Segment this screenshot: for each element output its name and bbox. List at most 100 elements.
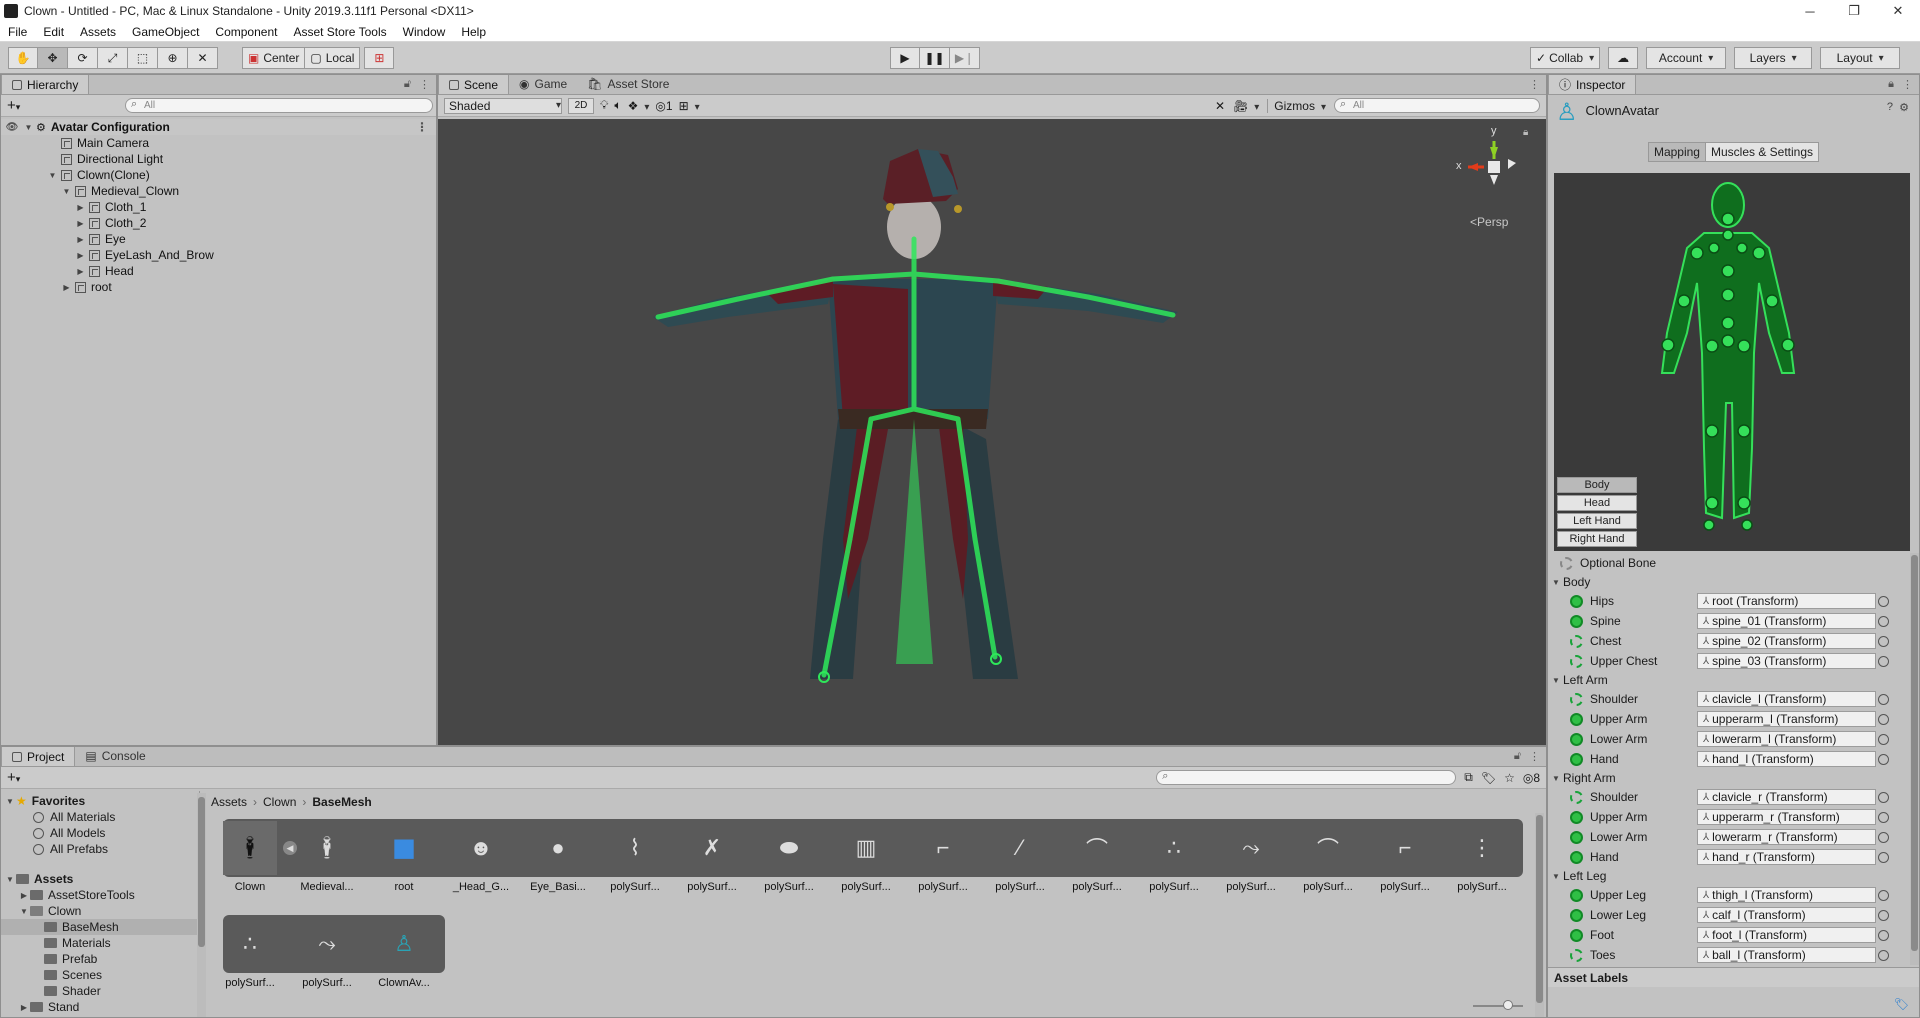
asset-tile[interactable]: ✗ polySurf... — [679, 821, 745, 893]
right-hand-view-button[interactable]: Right Hand — [1557, 531, 1637, 547]
pivot-local-button[interactable]: ▢ Local — [305, 47, 361, 69]
asset-tile[interactable]: ▥ polySurf... — [833, 821, 899, 893]
account-dropdown[interactable]: Account — [1646, 47, 1727, 69]
audio-icon[interactable]: 🔈︎ — [614, 98, 621, 113]
object-picker-icon[interactable] — [1878, 909, 1889, 921]
maximize-button[interactable]: ❐ — [1832, 0, 1876, 22]
hierarchy-item[interactable]: ▶ EyeLash_And_Brow — [1, 247, 436, 263]
asset-tile[interactable]: ⌐ polySurf... — [1372, 821, 1438, 893]
asset-tile[interactable]: ∴ polySurf... — [217, 917, 283, 989]
bone-transform-field[interactable]: clavicle_r (Transform) — [1697, 789, 1876, 805]
more-icon[interactable]: ⋮ — [1902, 78, 1913, 91]
asset-tile[interactable]: ⤳ polySurf... — [294, 917, 360, 989]
menu-assets[interactable]: Assets — [72, 25, 124, 39]
scene-search-input[interactable]: All — [1334, 98, 1540, 113]
object-picker-icon[interactable] — [1878, 733, 1889, 745]
more-icon[interactable]: ⋮ — [1529, 78, 1540, 91]
tag-icon[interactable]: 🏷︎ — [1894, 997, 1909, 1011]
project-folder-item[interactable]: ▶ Stand — [1, 999, 199, 1015]
scale-tool-button[interactable]: ⤢ — [98, 47, 128, 69]
chevron-down-icon[interactable]: ▼ — [47, 171, 58, 180]
project-folder-item[interactable]: ▶ AssetStoreTools — [1, 887, 199, 903]
project-folder-item[interactable]: Shader — [1, 983, 199, 999]
asset-tile[interactable]: ⁄ polySurf... — [987, 821, 1053, 893]
inspector-scrollbar[interactable] — [1910, 553, 1919, 965]
favorite-item[interactable]: All Models — [1, 825, 199, 841]
menu-component[interactable]: Component — [207, 25, 285, 39]
chevron-right-icon[interactable]: ▶ — [61, 283, 72, 292]
object-picker-icon[interactable] — [1878, 713, 1889, 725]
more-icon[interactable]: ⋮ — [416, 120, 428, 134]
draw-mode-dropdown[interactable]: Shaded — [444, 97, 562, 114]
object-picker-icon[interactable] — [1878, 635, 1889, 647]
asset-tile[interactable]: ⌇ polySurf... — [602, 821, 668, 893]
hierarchy-item[interactable]: ▶ Head — [1, 263, 436, 279]
bone-status-icon[interactable] — [1570, 850, 1583, 864]
tab-inspector[interactable]: ⓘ Inspector — [1548, 75, 1637, 94]
orientation-gizmo[interactable] — [1468, 141, 1516, 185]
visibility-icon[interactable]: 👁︎ — [1, 122, 23, 133]
bone-transform-field[interactable]: hand_l (Transform) — [1697, 751, 1876, 767]
bone-status-icon[interactable] — [1570, 810, 1583, 824]
asset-grid-scrollbar[interactable] — [1535, 813, 1544, 1017]
project-folder-item[interactable]: Prefab — [1, 951, 199, 967]
chevron-down-icon[interactable]: ▼ — [23, 123, 34, 132]
asset-tile[interactable]: ⌐ polySurf... — [910, 821, 976, 893]
object-picker-icon[interactable] — [1878, 949, 1889, 961]
object-picker-icon[interactable] — [1878, 851, 1889, 863]
chevron-right-icon[interactable]: ▶ — [75, 267, 86, 276]
hierarchy-search-input[interactable]: All — [125, 98, 433, 113]
lock-icon[interactable]: 🔒︎ — [1888, 78, 1894, 91]
hierarchy-item[interactable]: ▶ Cloth_1 — [1, 199, 436, 215]
project-folder-item[interactable]: BaseMesh — [1, 919, 199, 935]
chevron-right-icon[interactable]: ▶ — [75, 219, 86, 228]
bone-transform-field[interactable]: foot_l (Transform) — [1697, 927, 1876, 943]
pivot-center-button[interactable]: ▣ Center — [242, 47, 306, 69]
body-view-button[interactable]: Body — [1557, 477, 1637, 493]
tab-hierarchy[interactable]: Hierarchy — [1, 75, 90, 94]
breadcrumb-clown[interactable]: Clown — [263, 795, 296, 809]
transform-tool-button[interactable]: ⊕ — [158, 47, 188, 69]
bone-group-header[interactable]: ▼ Right Arm — [1548, 769, 1910, 787]
asset-tile[interactable]: 🕴︎ Medieval... — [294, 821, 360, 893]
layout-dropdown[interactable]: Layout — [1820, 47, 1901, 69]
icon-size-slider[interactable] — [1473, 1000, 1523, 1010]
play-button[interactable]: ▶ — [890, 47, 920, 69]
object-picker-icon[interactable] — [1878, 791, 1889, 803]
project-search-input[interactable] — [1156, 770, 1457, 785]
menu-file[interactable]: File — [0, 25, 35, 39]
bone-status-icon[interactable] — [1570, 790, 1583, 804]
hierarchy-item[interactable]: ▶ root — [1, 279, 436, 295]
asset-labels-header[interactable]: Asset Labels — [1548, 967, 1919, 987]
more-icon[interactable]: ⋮ — [1529, 750, 1540, 763]
add-object-button[interactable]: +▾ — [7, 97, 20, 114]
minimize-button[interactable]: ─ — [1788, 0, 1832, 22]
filter-by-label-icon[interactable]: 🏷︎ — [1481, 771, 1496, 785]
menu-edit[interactable]: Edit — [35, 25, 72, 39]
chevron-down-icon[interactable]: ▼ — [61, 187, 72, 196]
bone-status-icon[interactable] — [1570, 752, 1583, 766]
bone-transform-field[interactable]: upperarm_r (Transform) — [1697, 809, 1876, 825]
bone-transform-field[interactable]: clavicle_l (Transform) — [1697, 691, 1876, 707]
tab-mapping[interactable]: Mapping — [1647, 142, 1706, 162]
scene-viewport[interactable]: y x <Persp 🔒︎ — [438, 119, 1546, 745]
hierarchy-root-row[interactable]: 👁︎ ▼ ⚙ Avatar Configuration ⋮ — [1, 119, 436, 135]
head-view-button[interactable]: Head — [1557, 495, 1637, 511]
step-button[interactable]: ▶❘ — [950, 47, 980, 69]
close-button[interactable]: ✕ — [1876, 0, 1920, 22]
lock-icon[interactable]: 🔒︎ — [1523, 127, 1528, 138]
chevron-right-icon[interactable]: ▶ — [75, 251, 86, 260]
assets-header[interactable]: ▼ Assets — [1, 871, 199, 887]
bone-status-icon[interactable] — [1570, 888, 1583, 902]
object-picker-icon[interactable] — [1878, 753, 1889, 765]
asset-tile[interactable]: ⋮ polySurf... — [1449, 821, 1515, 893]
bone-group-header[interactable]: ▼ Left Leg — [1548, 867, 1910, 885]
tab-game[interactable]: ◉ Game — [509, 75, 577, 94]
bone-status-icon[interactable] — [1570, 928, 1583, 942]
asset-tile[interactable]: ⌒ polySurf... — [1295, 821, 1361, 893]
grid-icon[interactable]: ⊞ — [679, 99, 700, 113]
asset-tile[interactable]: ⬬ polySurf... — [756, 821, 822, 893]
asset-tile[interactable]: ♙ ClownAv... — [371, 917, 437, 989]
project-folder-item[interactable]: Scenes — [1, 967, 199, 983]
tab-muscles-settings[interactable]: Muscles & Settings — [1705, 142, 1820, 162]
